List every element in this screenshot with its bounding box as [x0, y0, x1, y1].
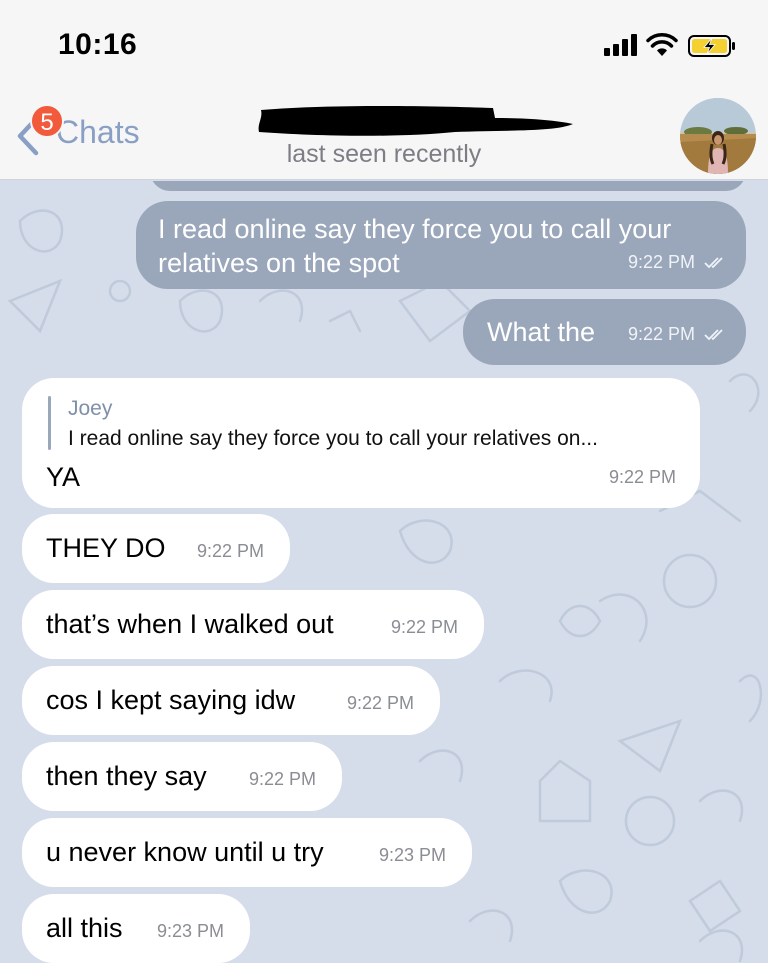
message-list[interactable]: I read online say they force you to call… — [0, 181, 768, 963]
message-time: 9:22 PM — [346, 693, 414, 713]
message-text: What the — [487, 317, 596, 347]
message-bubble-outgoing[interactable]: I read online say they force you to call… — [136, 201, 746, 289]
message-time: 9:23 PM — [378, 845, 446, 865]
message-time: 9:22 PM — [627, 252, 695, 272]
battery-charging-icon — [688, 35, 735, 57]
message-text: that’s when I walked out — [46, 609, 334, 639]
message-text: then they say — [46, 761, 207, 791]
signal-icon — [604, 34, 638, 56]
message-text: cos I kept saying idw — [46, 685, 296, 715]
message-time: 9:23 PM — [156, 921, 224, 941]
message-text: YA — [46, 462, 81, 492]
message-bubble-incoming[interactable]: all this 9:23 PM — [22, 894, 250, 963]
message-text: relatives on the spot — [158, 248, 400, 278]
wifi-icon — [646, 33, 678, 56]
contact-avatar[interactable] — [680, 98, 756, 174]
message-bubble-partial[interactable] — [150, 181, 746, 191]
message-bubble-incoming[interactable]: cos I kept saying idw 9:22 PM — [22, 666, 440, 735]
chat-header: Chats 5 last seen recently — [0, 88, 768, 180]
redacted-contact-name[interactable] — [255, 102, 575, 142]
reply-quote-bar — [48, 396, 51, 450]
message-meta: 9:22 PM — [628, 245, 728, 279]
message-time: 9:22 PM — [248, 769, 316, 789]
message-text: u never know until u try — [46, 837, 324, 867]
message-text: all this — [46, 913, 123, 943]
message-bubble-incoming[interactable]: then they say 9:22 PM — [22, 742, 342, 811]
reply-text[interactable]: I read online say they force you to call… — [68, 422, 598, 456]
message-meta: 9:22 PM — [628, 317, 728, 351]
double-check-icon — [704, 329, 723, 341]
status-bar: 10:16 — [0, 0, 768, 88]
message-text: I read online say they force you to call… — [158, 214, 672, 244]
message-text: THEY DO — [46, 533, 166, 563]
unread-badge: 5 — [30, 104, 64, 138]
contact-status: last seen recently — [286, 140, 482, 168]
message-bubble-incoming[interactable]: THEY DO 9:22 PM — [22, 514, 290, 583]
message-bubble-incoming[interactable]: Joey I read online say they force you to… — [22, 378, 700, 508]
message-bubble-incoming[interactable]: u never know until u try 9:23 PM — [22, 818, 472, 887]
message-time: 9:22 PM — [390, 617, 458, 637]
message-time: 9:22 PM — [627, 324, 695, 344]
avatar-photo — [680, 98, 756, 174]
message-time: 9:22 PM — [196, 541, 264, 561]
double-check-icon — [704, 257, 723, 269]
status-time: 10:16 — [58, 28, 138, 61]
message-bubble-outgoing[interactable]: What the 9:22 PM — [463, 299, 746, 365]
message-bubble-incoming[interactable]: that’s when I walked out 9:22 PM — [22, 590, 484, 659]
reply-author: Joey — [68, 397, 113, 420]
message-time: 9:22 PM — [608, 467, 676, 487]
